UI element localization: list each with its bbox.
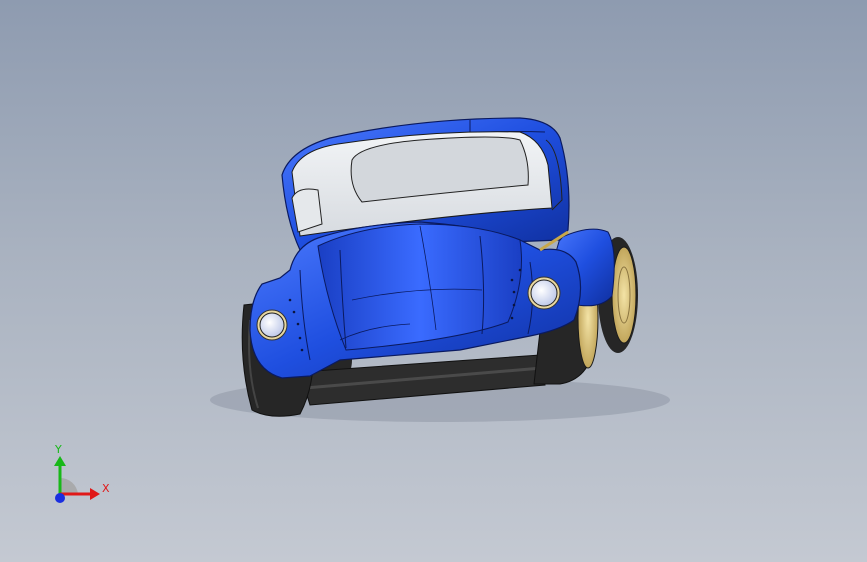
x-axis-label: X [102, 482, 110, 495]
triad-plane-icon [60, 477, 78, 494]
right-headlight [527, 276, 561, 310]
y-axis-label: Y [54, 443, 62, 456]
axis-triad: Y X [54, 443, 110, 503]
graphics-viewport[interactable]: Y X [0, 0, 867, 562]
z-axis-point-icon [55, 493, 65, 503]
left-headlight [256, 309, 288, 341]
car-model-3d-view[interactable] [0, 0, 867, 562]
